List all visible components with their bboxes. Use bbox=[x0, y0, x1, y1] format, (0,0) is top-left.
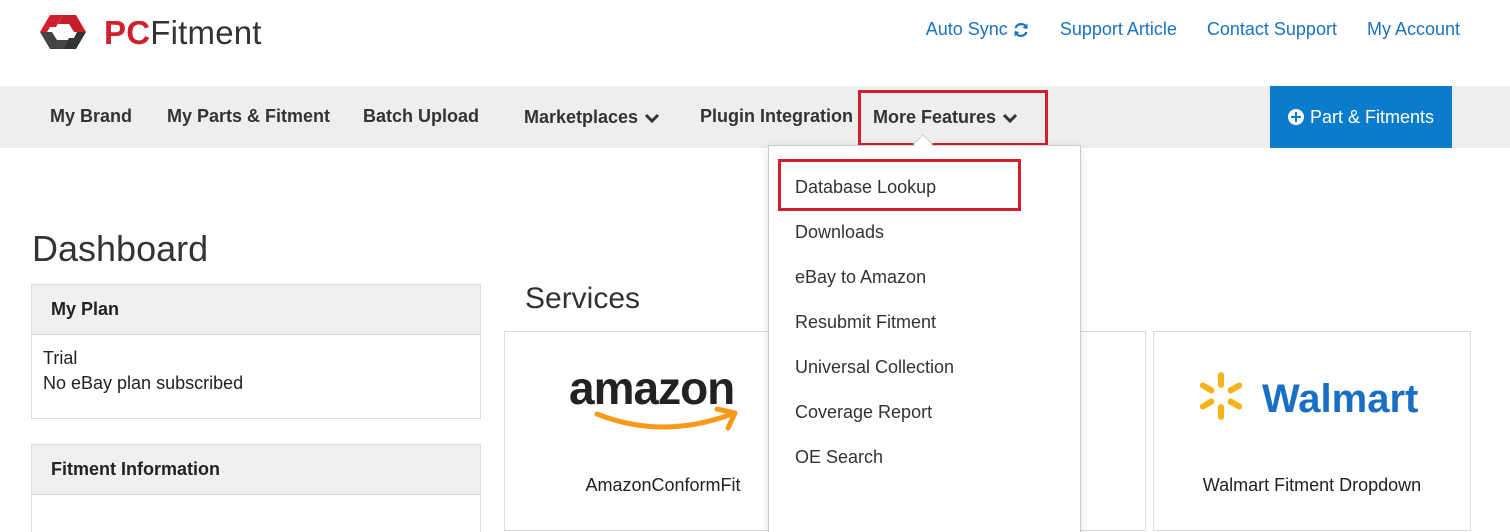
pcfitment-logo[interactable]: PCFitment bbox=[34, 7, 262, 57]
logo-pc-text: PC bbox=[104, 13, 151, 51]
walmart-logo: Walmart bbox=[1199, 372, 1418, 421]
ebay-plan-status: No eBay plan subscribed bbox=[43, 373, 244, 393]
database-lookup-highlight bbox=[778, 159, 1021, 211]
pcfitment-logo-icon bbox=[40, 15, 86, 49]
walmart-logo-text: Walmart bbox=[1262, 377, 1418, 421]
my-plan-heading: My Plan bbox=[32, 285, 480, 335]
menu-item-oe-search[interactable]: OE Search bbox=[795, 447, 883, 468]
nav-my-brand[interactable]: My Brand bbox=[50, 106, 132, 127]
add-part-fitments-label: Part & Fitments bbox=[1309, 106, 1435, 127]
more-features-highlight bbox=[858, 90, 1048, 146]
service-card-walmart[interactable]: Walmart Walmart Fitment Dropdown bbox=[1153, 331, 1471, 531]
plus-circle-icon bbox=[1287, 109, 1304, 125]
chevron-down-icon bbox=[644, 112, 660, 124]
fitment-information-panel: Fitment Information bbox=[31, 444, 481, 532]
nav-batch-upload[interactable]: Batch Upload bbox=[363, 106, 479, 127]
add-part-fitments-button[interactable]: Part & Fitments bbox=[1270, 86, 1452, 148]
page-title: Dashboard bbox=[32, 228, 209, 269]
amazon-logo: amazon bbox=[569, 362, 738, 431]
my-account-link[interactable]: My Account bbox=[1367, 19, 1460, 40]
nav-plugin-integration[interactable]: Plugin Integration bbox=[700, 106, 853, 127]
contact-support-link[interactable]: Contact Support bbox=[1207, 19, 1337, 40]
top-links: Auto Sync Support Article Contact Suppor… bbox=[926, 19, 1460, 40]
auto-sync-label: Auto Sync bbox=[925, 19, 1008, 39]
menu-item-coverage-report[interactable]: Coverage Report bbox=[795, 402, 932, 423]
logo-wordmark: PCFitment bbox=[104, 16, 262, 49]
service-label: Walmart Fitment Dropdown bbox=[1202, 475, 1422, 495]
nav-marketplaces[interactable]: Marketplaces bbox=[524, 107, 660, 128]
amazon-logo-text: amazon bbox=[569, 362, 734, 414]
fitment-information-heading: Fitment Information bbox=[32, 445, 480, 495]
sync-icon bbox=[1012, 21, 1030, 39]
walmart-spark-icon bbox=[1199, 372, 1243, 420]
page: PCFitment Auto Sync Support Article Cont… bbox=[0, 0, 1510, 532]
menu-item-ebay-to-amazon[interactable]: eBay to Amazon bbox=[795, 267, 926, 288]
support-article-link[interactable]: Support Article bbox=[1060, 19, 1177, 40]
logo-fitment-text: Fitment bbox=[150, 13, 262, 51]
nav-marketplaces-label: Marketplaces bbox=[524, 107, 639, 127]
services-title: Services bbox=[525, 282, 641, 315]
menu-item-universal-collection[interactable]: Universal Collection bbox=[795, 357, 954, 378]
nav-my-parts-fitment[interactable]: My Parts & Fitment bbox=[167, 106, 330, 127]
my-plan-body: Trial No eBay plan subscribed bbox=[32, 335, 480, 410]
auto-sync-link[interactable]: Auto Sync bbox=[926, 19, 1030, 40]
plan-type: Trial bbox=[43, 348, 78, 368]
my-plan-panel: My Plan Trial No eBay plan subscribed bbox=[31, 284, 481, 419]
menu-item-downloads[interactable]: Downloads bbox=[795, 222, 884, 243]
menu-item-resubmit-fitment[interactable]: Resubmit Fitment bbox=[795, 312, 936, 333]
